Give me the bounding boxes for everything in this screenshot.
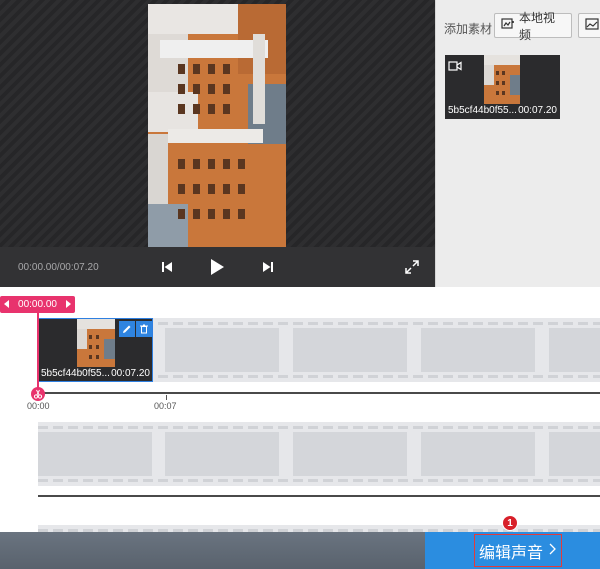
playhead-time-badge[interactable]: 00:00.00 [0,296,75,313]
play-icon[interactable] [208,258,226,276]
audio-track[interactable] [38,422,600,486]
ruler-label: 00:00 [27,401,50,411]
ruler-tick [166,395,167,400]
empty-frame-slot [421,328,535,372]
highlight-outline: 编辑声音 [474,534,562,567]
empty-frame-slot [293,328,407,372]
track-divider [38,495,600,497]
edit-audio-button[interactable]: 编辑声音 [425,532,600,569]
playhead-left-arrow-icon [4,300,10,311]
add-media-label: 添加素材 [444,22,493,36]
library-clip-card[interactable]: 5b5cf44b0f55... 00:07.20 [445,55,560,119]
playhead-right-arrow-icon [65,300,71,311]
clip-thumbnail [484,55,520,104]
clip-name: 5b5cf44b0f55... [41,368,110,379]
image-icon [585,18,599,33]
video-camera-icon [448,58,462,76]
edit-audio-label: 编辑声音 [478,544,543,562]
local-video-label: 本地视频 [519,10,556,42]
player-controls: 00:00.00/00:07.20 [0,247,435,287]
scissors-icon[interactable] [31,387,45,401]
delete-trash-icon[interactable] [136,321,152,337]
empty-frame-slot [38,432,152,476]
video-add-icon [501,18,515,33]
timeline-clip[interactable]: 5b5cf44b0f55... 00:07.20 [38,318,153,382]
local-image-button[interactable] [578,13,600,38]
empty-frame-slot [293,432,407,476]
media-library-panel: 添加素材 本地视频 5b5cf44b0f55... 00:07.20 [435,0,600,287]
skip-back-icon[interactable] [158,258,176,276]
time-readout: 00:00.00/00:07.20 [18,262,99,273]
bottom-action-bar: 编辑声音 [0,532,600,569]
track-divider [38,392,600,394]
clip-duration: 00:07.20 [111,368,150,379]
playhead-line [37,313,39,391]
empty-frame-slot [165,432,279,476]
clip-duration: 00:07.20 [518,105,557,116]
timeline: 5b5cf44b0f55... 00:07.20 00:00 00:07 00:… [0,287,600,532]
ruler-label: 00:07 [154,401,177,411]
local-video-button[interactable]: 本地视频 [494,11,572,42]
skip-forward-icon[interactable] [259,258,277,276]
playhead-time: 00:00.00 [18,299,57,310]
clip-thumbnail [77,319,115,367]
fullscreen-icon[interactable] [403,258,421,276]
video-frame [148,4,286,247]
video-preview-panel: 00:00.00/00:07.20 [0,0,435,287]
clip-name: 5b5cf44b0f55... [448,105,517,116]
empty-frame-slot [549,432,600,476]
empty-frame-slot [549,328,600,372]
empty-frame-slot [421,432,535,476]
empty-frame-slot [165,328,279,372]
chevron-right-icon [549,542,557,560]
edit-pencil-icon[interactable] [119,321,135,337]
step-number-badge: 1 [502,515,518,531]
